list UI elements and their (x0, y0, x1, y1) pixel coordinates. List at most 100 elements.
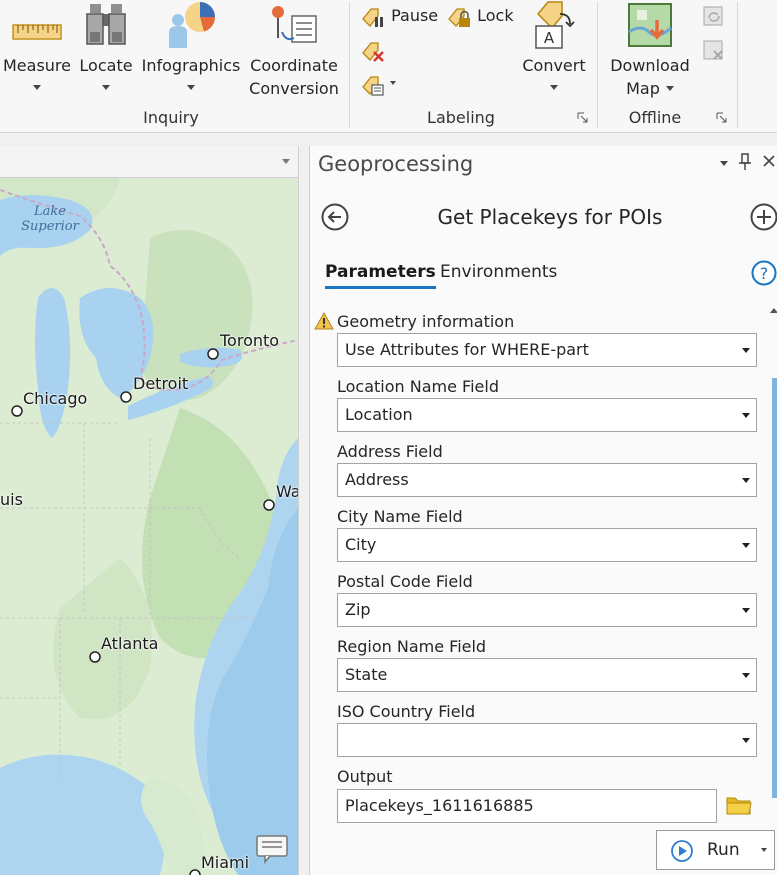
output-label: Output (337, 767, 393, 786)
folder-icon[interactable] (726, 794, 752, 816)
postal-code-field-label: Postal Code Field (337, 572, 473, 591)
location-name-field-label: Location Name Field (337, 377, 499, 396)
lock-label: Lock (477, 6, 514, 25)
output-input[interactable]: Placekeys_1611616885 (337, 789, 717, 823)
convert-labels-icon: A (535, 1, 575, 49)
iso-country-field-label: ISO Country Field (337, 702, 476, 721)
warning-icon (314, 312, 334, 330)
locate-label: Locate (79, 56, 133, 75)
pause-label-icon (362, 7, 383, 27)
geometry-information-value: Use Attributes for WHERE-part (345, 340, 589, 359)
infographics-caret-icon (187, 85, 195, 90)
chevron-down-icon (742, 543, 750, 548)
label-options-button[interactable] (360, 71, 396, 97)
city-label-st-louis: uis (0, 490, 23, 509)
svg-text:A: A (544, 29, 555, 47)
basemap (0, 178, 298, 875)
lake-superior-label: Lake Superior (21, 204, 79, 234)
label-remove-icon (362, 41, 384, 62)
postal-code-field-value: Zip (345, 600, 371, 619)
locate-button[interactable]: Locate (76, 0, 136, 105)
coordinate-conversion-button[interactable]: Coordinate Conversion (246, 0, 342, 105)
download-map-button[interactable]: Download Map (604, 0, 696, 105)
chevron-down-icon (742, 608, 750, 613)
chevron-down-icon (742, 738, 750, 743)
locate-caret-icon (102, 85, 110, 90)
address-field-dropdown[interactable]: Address (337, 463, 757, 497)
postal-code-field-dropdown[interactable]: Zip (337, 593, 757, 627)
pane-options-caret-icon[interactable] (720, 161, 728, 166)
city-name-field-value: City (345, 535, 377, 554)
chevron-down-icon (742, 478, 750, 483)
group-separator (737, 2, 738, 128)
run-options-caret-icon[interactable] (761, 848, 767, 852)
pin-icon[interactable] (738, 153, 752, 171)
measure-caret-icon (33, 85, 41, 90)
pane-splitter[interactable] (298, 146, 310, 875)
lock-labeling-button[interactable]: Lock (446, 3, 514, 29)
location-name-field-value: Location (345, 405, 413, 424)
help-icon[interactable]: ? (751, 260, 777, 286)
city-label-atlanta: Atlanta (101, 634, 159, 653)
geometry-information-dropdown[interactable]: Use Attributes for WHERE-part (337, 333, 757, 367)
map-view-menu-caret-icon[interactable] (282, 159, 290, 164)
infographics-icon (169, 2, 216, 48)
map-view-header (0, 146, 300, 178)
scroll-up-icon[interactable] (770, 306, 777, 314)
coordinate-label-line2: Conversion (249, 79, 339, 98)
close-icon[interactable] (762, 154, 776, 168)
download-map-icon (628, 3, 672, 47)
city-name-field-dropdown[interactable]: City (337, 528, 757, 562)
run-button[interactable]: Run (656, 830, 775, 870)
download-label-line2: Map (626, 79, 660, 98)
measure-label: Measure (3, 56, 71, 75)
group-label-inquiry: Inquiry (143, 108, 199, 127)
ribbon: Measure Locate Infographics Coordinate C… (0, 0, 777, 133)
convert-button[interactable]: A Convert (518, 0, 590, 105)
city-label-chicago: Chicago (23, 389, 88, 408)
address-field-label: Address Field (337, 442, 443, 461)
map-tips-icon[interactable] (255, 834, 289, 864)
download-label-line1: Download (610, 56, 690, 75)
pause-label: Pause (391, 6, 439, 25)
scrollbar[interactable] (772, 378, 777, 798)
binoculars-icon (86, 4, 126, 45)
city-label-detroit: Detroit (133, 374, 189, 393)
city-label-washington: Wa (276, 482, 298, 501)
group-label-offline: Offline (628, 108, 682, 127)
iso-country-field-dropdown[interactable] (337, 723, 757, 757)
geoprocessing-pane: Geoprocessing Get Placekeys for POIs Par… (310, 146, 777, 875)
add-icon[interactable] (749, 202, 777, 232)
convert-label: Convert (522, 56, 586, 75)
remove-labels-button[interactable] (360, 37, 386, 63)
tab-environments[interactable]: Environments (440, 262, 557, 282)
group-label-labeling: Labeling (427, 108, 495, 127)
city-name-field-label: City Name Field (337, 507, 463, 526)
city-label-toronto: Toronto (220, 331, 280, 350)
location-name-field-dropdown[interactable]: Location (337, 398, 757, 432)
coordinate-conversion-icon (272, 6, 317, 43)
sync-icon[interactable] (701, 4, 727, 30)
city-label-miami: Miami (201, 853, 250, 872)
map-view[interactable]: Lake Superior Toronto Detroit Chicago ui… (0, 178, 298, 875)
ruler-icon (12, 24, 62, 40)
chevron-down-icon (742, 413, 750, 418)
pause-labeling-button[interactable]: Pause (360, 3, 438, 29)
label-options-icon (362, 75, 384, 96)
svg-text:?: ? (760, 264, 769, 283)
geometry-information-label: Geometry information (337, 312, 515, 331)
label-options-caret-icon (390, 81, 396, 85)
remove-offline-icon[interactable] (701, 38, 727, 64)
region-name-field-label: Region Name Field (337, 637, 487, 656)
measure-button[interactable]: Measure (2, 0, 72, 105)
tab-parameters[interactable]: Parameters (325, 262, 436, 289)
labeling-dialog-launcher-icon[interactable] (577, 112, 588, 123)
output-value: Placekeys_1611616885 (345, 796, 534, 815)
run-label: Run (707, 840, 740, 860)
offline-dialog-launcher-icon[interactable] (716, 112, 727, 123)
region-name-field-value: State (345, 665, 388, 684)
infographics-button[interactable]: Infographics (140, 0, 242, 105)
chevron-down-icon (742, 348, 750, 353)
region-name-field-dropdown[interactable]: State (337, 658, 757, 692)
chevron-down-icon (742, 673, 750, 678)
